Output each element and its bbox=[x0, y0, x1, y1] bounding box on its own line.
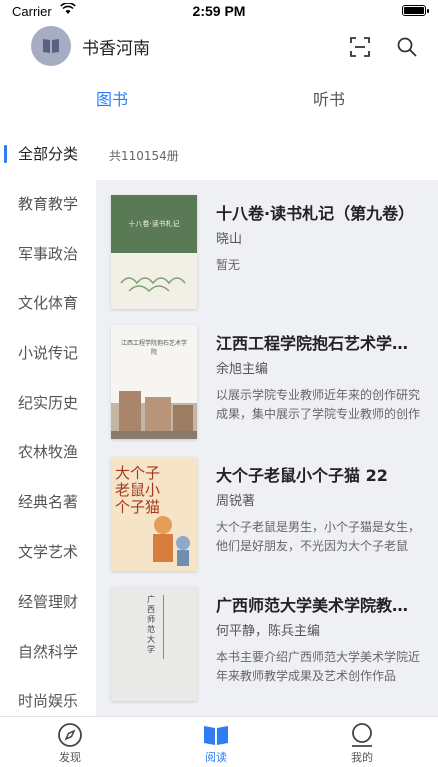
sidebar-item-history[interactable]: 纪实历史 bbox=[0, 388, 96, 418]
cover-title: 广西师范大学 bbox=[147, 595, 155, 654]
book-count: 共110154册 bbox=[109, 149, 179, 163]
cover-illustration bbox=[120, 277, 186, 293]
app-title: 书香河南 bbox=[82, 39, 150, 59]
book-icon bbox=[43, 39, 59, 53]
sidebar-item-agriculture[interactable]: 农林牧渔 bbox=[0, 437, 96, 467]
book-cover[interactable]: 大个子老鼠小个子猫 bbox=[111, 457, 197, 571]
sidebar-item-military[interactable]: 军事政治 bbox=[0, 239, 96, 269]
book-title: 广西师范大学美术学院教师作品集 bbox=[216, 596, 421, 615]
tab-reading[interactable]: 阅读 bbox=[186, 721, 246, 765]
sidebar-item-classics[interactable]: 经典名著 bbox=[0, 487, 96, 517]
tab-label: 发现 bbox=[59, 751, 81, 764]
book-title: 大个子老鼠小个子猫 22 bbox=[216, 466, 388, 485]
tab-profile[interactable]: 我的 bbox=[332, 721, 392, 765]
sidebar-item-literature[interactable]: 文学艺术 bbox=[0, 537, 96, 567]
sidebar-item-label: 教育教学 bbox=[17, 195, 78, 213]
clock: 2:59 PM bbox=[192, 3, 246, 19]
sidebar-item-label: 小说传记 bbox=[17, 344, 78, 362]
book-author: 晓山 bbox=[216, 232, 243, 247]
cover-decoration bbox=[163, 595, 170, 659]
search-icon[interactable] bbox=[396, 36, 418, 58]
book-description: 以展示学院专业教师近年来的创作研究成果，集中展示了学院专业教师的创作成果 bbox=[216, 388, 421, 421]
book-list: 十八卷·读书札记 十八卷·读书札记（第九卷） 晓山 暂无 江西工程学院抱石艺术学… bbox=[96, 180, 438, 716]
book-description: 暂无 bbox=[216, 258, 241, 272]
tab-label: 我的 bbox=[351, 751, 373, 764]
book-author: 周锐著 bbox=[216, 494, 256, 509]
book-title: 江西工程学院抱石艺术学院专业教师作品集 bbox=[216, 334, 421, 353]
sidebar-item-science[interactable]: 自然科学 bbox=[0, 637, 96, 667]
list-item[interactable]: 十八卷·读书札记 十八卷·读书札记（第九卷） 晓山 暂无 bbox=[96, 180, 438, 309]
book-cover[interactable]: 广西师范大学 bbox=[111, 587, 197, 701]
battery-icon bbox=[402, 5, 429, 16]
app-header: 书香河南 bbox=[0, 24, 438, 72]
book-author: 何平静，陈兵主编 bbox=[216, 624, 321, 639]
sidebar-item-label: 经典名著 bbox=[17, 493, 78, 511]
tab-books[interactable]: 图书 bbox=[96, 86, 128, 110]
tab-audiobooks[interactable]: 听书 bbox=[313, 86, 345, 110]
cover-title: 江西工程学院抱石艺术学院 bbox=[121, 340, 188, 356]
book-title: 十八卷·读书札记（第九卷） bbox=[216, 204, 415, 223]
sidebar-item-fiction[interactable]: 小说传记 bbox=[0, 338, 96, 368]
book-author: 余旭主编 bbox=[216, 362, 269, 377]
sidebar-item-label: 经管理财 bbox=[17, 593, 78, 611]
bottom-tab-bar: 发现 阅读 我的 bbox=[0, 716, 438, 767]
sidebar-item-label: 自然科学 bbox=[17, 643, 78, 661]
book-open-icon bbox=[204, 726, 228, 745]
category-sidebar: 全部分类 教育教学 军事政治 文化体育 小说传记 纪实历史 农林牧渔 经典名著 … bbox=[0, 130, 96, 716]
sidebar-item-all[interactable]: 全部分类 bbox=[0, 139, 96, 169]
list-item[interactable]: 江西工程学院抱石艺术学院 江西工程学院抱石艺术学院专业教师作品集 余旭主编 以展… bbox=[96, 310, 438, 439]
content-tabs: 图书 听书 bbox=[0, 80, 438, 120]
cover-title: 十八卷·读书札记 bbox=[128, 220, 180, 228]
cover-illustration bbox=[153, 516, 190, 566]
sidebar-item-education[interactable]: 教育教学 bbox=[0, 189, 96, 219]
sidebar-item-label: 军事政治 bbox=[17, 245, 78, 263]
compass-icon bbox=[58, 723, 82, 747]
sidebar-item-label: 文学艺术 bbox=[17, 543, 78, 561]
sidebar-item-finance[interactable]: 经管理财 bbox=[0, 587, 96, 617]
sidebar-item-label: 农林牧渔 bbox=[17, 443, 78, 461]
active-indicator bbox=[4, 145, 7, 163]
sidebar-item-label: 纪实历史 bbox=[17, 394, 78, 412]
book-cover[interactable]: 十八卷·读书札记 bbox=[111, 195, 197, 309]
status-bar: Carrier 2:59 PM bbox=[0, 0, 438, 24]
book-cover[interactable]: 江西工程学院抱石艺术学院 bbox=[111, 325, 197, 439]
sidebar-item-label: 时尚娱乐 bbox=[17, 692, 78, 710]
tab-label: 阅读 bbox=[205, 751, 227, 764]
list-item[interactable]: 大个子老鼠小个子猫 大个子老鼠小个子猫 22 周锐著 大个子老鼠是男生，小个子猫… bbox=[96, 442, 438, 571]
cover-illustration bbox=[111, 391, 197, 439]
tab-discover[interactable]: 发现 bbox=[40, 721, 100, 765]
book-description: 本书主要介绍广西师范大学美术学院近年来教师教学成果及艺术创作作品 bbox=[216, 650, 421, 683]
sidebar-item-label: 全部分类 bbox=[17, 145, 78, 163]
scan-icon[interactable] bbox=[349, 36, 371, 58]
user-icon bbox=[352, 723, 372, 747]
avatar[interactable] bbox=[31, 26, 71, 66]
book-description: 大个子老鼠是男生，小个子猫是女生，他们是好朋友，不光因为大个子老鼠 bbox=[216, 520, 421, 553]
list-item[interactable]: 广西师范大学 广西师范大学美术学院教师作品集 何平静，陈兵主编 本书主要介绍广西… bbox=[96, 572, 438, 701]
cover-title: 大个子老鼠小个子猫 bbox=[115, 464, 161, 516]
sidebar-item-culture[interactable]: 文化体育 bbox=[0, 288, 96, 318]
sidebar-item-fashion[interactable]: 时尚娱乐 bbox=[0, 686, 96, 716]
sidebar-item-label: 文化体育 bbox=[17, 294, 78, 312]
